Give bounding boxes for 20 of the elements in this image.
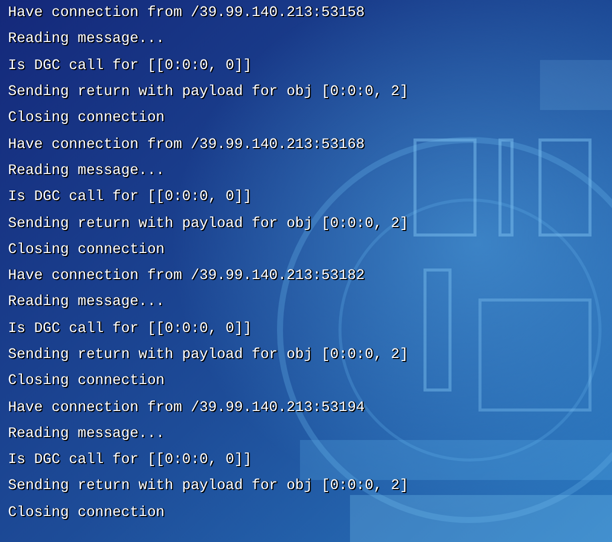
console-line: Closing connection bbox=[8, 109, 165, 128]
console-line: Reading message... bbox=[8, 162, 165, 180]
console-line: Closing connection bbox=[8, 504, 165, 522]
console-line: Have connection from /39.99.140.213:53168 bbox=[8, 136, 365, 154]
console-line: Sending return with payload for obj [0:0:0, 2] bbox=[8, 83, 408, 102]
console-line: Is DGC call for [[0:0:0, 0]] bbox=[8, 188, 252, 206]
console-line: Sending return with payload for obj [0:0:0, 2] bbox=[8, 477, 408, 496]
console-line: Reading message... bbox=[8, 293, 165, 312]
console-line: Sending return with payload for obj [0:0:0, 2] bbox=[8, 214, 408, 233]
console-line: Is DGC call for [[0:0:0, 0]] bbox=[8, 56, 252, 75]
console-line: Is DGC call for [[0:0:0, 0]] bbox=[8, 320, 252, 338]
console-line: Reading message... bbox=[8, 424, 165, 443]
console-line: Have connection from /39.99.140.213:53158 bbox=[8, 4, 365, 22]
console-line: Have connection from /39.99.140.213:53182 bbox=[8, 267, 365, 286]
console-line: Have connection from /39.99.140.213:53194 bbox=[8, 398, 365, 417]
console-line: Closing connection bbox=[8, 240, 165, 259]
console-line: Reading message... bbox=[8, 30, 165, 48]
console-line: Is DGC call for [[0:0:0, 0]] bbox=[8, 451, 252, 470]
console-line: Sending return with payload for obj [0:0:0, 2] bbox=[8, 346, 408, 364]
console-line: Closing connection bbox=[8, 372, 165, 390]
